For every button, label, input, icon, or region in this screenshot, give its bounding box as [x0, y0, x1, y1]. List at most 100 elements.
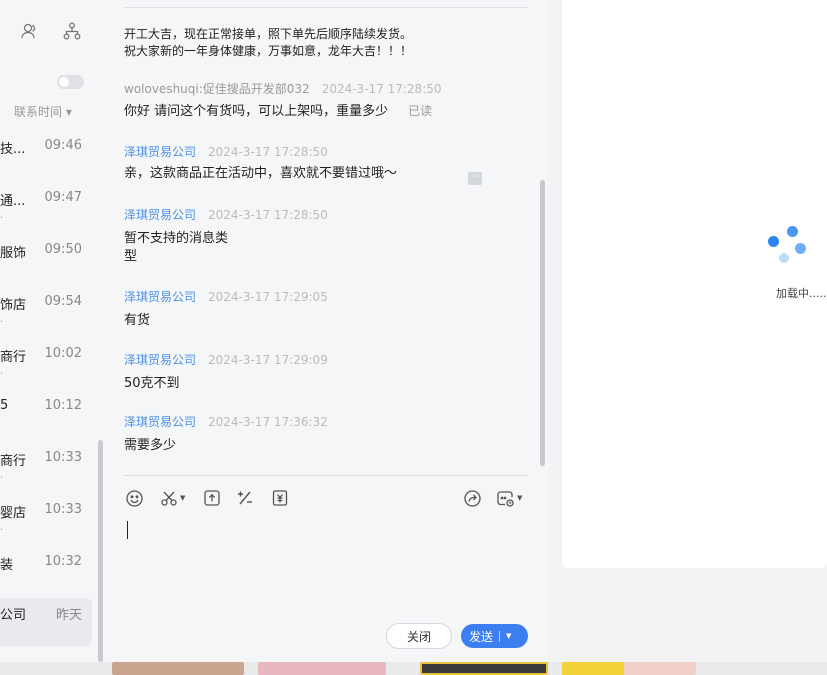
contact-item[interactable]: 技... 09:46 — [0, 134, 92, 184]
announcement-line: 开工大吉，现在正常接单，照下单先后顺序陆续发货。 — [124, 27, 413, 41]
message-shop: 泽琪贸易公司 2024-3-17 17:29:05 有货 — [124, 288, 524, 330]
contact-preview: . — [0, 522, 4, 533]
loading-card: 加载中...... — [562, 0, 827, 568]
contact-item-selected[interactable]: 公司 昨天 — [0, 598, 92, 646]
contact-item[interactable]: 服饰 09:50 — [0, 238, 92, 288]
chat-panel: 开工大吉，现在正常接单，照下单先后顺序陆续发货。 祝大家新的一年身体健康，万事如… — [104, 0, 548, 662]
message-text: 需要多少 — [124, 438, 177, 453]
product-thumbnail[interactable] — [420, 662, 548, 675]
contact-item[interactable]: 饰店 09:54 . — [0, 290, 92, 340]
shop-announcement: 开工大吉，现在正常接单，照下单先后顺序陆续发货。 祝大家新的一年身体健康，万事如… — [124, 26, 412, 60]
loading-spinner-dot — [768, 236, 779, 247]
contact-time: 10:12 — [44, 398, 82, 413]
contact-name: 5 — [0, 398, 9, 413]
contact-item[interactable]: 商行 10:02 . — [0, 342, 92, 392]
contact-name: 服饰 — [0, 246, 27, 261]
loading-spinner-dot — [779, 253, 789, 263]
message-sender[interactable]: 泽琪贸易公司 — [124, 208, 196, 222]
contact-time: 10:33 — [44, 502, 82, 517]
message-time: 2024-3-17 17:28:50 — [208, 208, 328, 222]
contact-time: 昨天 — [55, 608, 82, 623]
announcement-line: 祝大家新的一年身体健康，万事如意，龙年大吉！！！ — [124, 44, 413, 58]
message-time: 2024-3-17 17:29:09 — [208, 353, 328, 367]
contact-item[interactable]: 商行 10:33 . — [0, 446, 92, 496]
scissors-icon[interactable]: ▼ — [160, 488, 185, 508]
loading-text: 加载中...... — [776, 287, 827, 300]
product-thumbnail[interactable] — [258, 662, 386, 675]
product-thumbnail[interactable] — [562, 662, 696, 675]
chat-scrollbar[interactable] — [540, 180, 545, 466]
contact-preview: . — [0, 210, 4, 221]
share-icon[interactable] — [463, 488, 482, 508]
upload-icon[interactable] — [203, 488, 221, 508]
contact-name: 公司 — [0, 608, 27, 623]
chevron-down-icon[interactable]: ▼ — [506, 632, 511, 640]
contact-preview: . — [0, 314, 4, 325]
message-time: 2024-3-17 17:28:50 — [208, 145, 328, 159]
message-sender[interactable]: 泽琪贸易公司 — [124, 415, 196, 429]
message-sender[interactable]: 泽琪贸易公司 — [124, 290, 196, 304]
message-input-cursor[interactable] — [127, 521, 128, 539]
sort-by-contact-time[interactable]: 联系时间 ▾ — [14, 103, 72, 120]
divider — [124, 475, 528, 476]
contact-time: 09:46 — [44, 138, 82, 153]
contact-preview: . — [0, 366, 4, 377]
contact-name: 技... — [0, 142, 26, 157]
message-text: 你好 请问这个有货吗，可以上架吗，重量多少 — [124, 104, 389, 119]
contacts-icon[interactable] — [20, 22, 38, 40]
coupon-icon[interactable] — [271, 488, 289, 508]
divider — [124, 7, 528, 8]
send-button[interactable]: 发送 ▼ — [461, 624, 528, 648]
contact-time: 09:54 — [44, 294, 82, 309]
product-thumbnail[interactable] — [112, 662, 244, 675]
message-text: 有货 — [124, 313, 151, 328]
contact-item[interactable]: 婴店 10:33 . — [0, 498, 92, 548]
contact-time: 10:33 — [44, 450, 82, 465]
contact-name: 饰店 — [0, 298, 27, 313]
more-options-button[interactable]: ··· — [468, 172, 482, 185]
message-time: 2024-3-17 17:29:05 — [208, 290, 328, 304]
message-sender[interactable]: 泽琪贸易公司 — [124, 353, 196, 367]
message-time: 2024-3-17 17:28:50 — [321, 82, 442, 96]
contact-name: 通... — [0, 194, 26, 209]
org-structure-icon[interactable] — [63, 22, 81, 40]
message-text: 亲，这款商品正在活动中，喜欢就不要错过哦～ — [124, 166, 398, 181]
contact-time: 09:47 — [44, 190, 82, 205]
message-sender[interactable]: woloveshuqi:促佳搜品开发部032 — [124, 82, 310, 96]
message-text: 型 — [124, 249, 138, 264]
quick-reply-icon[interactable]: ▼ — [496, 488, 522, 508]
divider — [499, 630, 501, 642]
message-shop: 泽琪贸易公司 2024-3-17 17:36:32 需要多少 — [124, 413, 524, 455]
chevron-down-icon: ▼ — [180, 494, 186, 502]
message-sender[interactable]: 泽琪贸易公司 — [124, 145, 196, 159]
loading-spinner-dot — [795, 243, 806, 254]
contact-item[interactable]: 通... 09:47 . — [0, 186, 92, 236]
contact-time: 10:02 — [44, 346, 82, 361]
message-text: 50克不到 — [124, 376, 180, 391]
contact-name: 商行 — [0, 350, 27, 365]
filter-toggle[interactable] — [57, 75, 84, 89]
close-button[interactable]: 关闭 — [386, 623, 452, 649]
contact-item[interactable]: 5 10:12 — [0, 394, 92, 444]
loading-spinner-dot — [787, 226, 798, 237]
message-time: 2024-3-17 17:36:32 — [208, 415, 328, 429]
message-shop: 泽琪贸易公司 2024-3-17 17:28:50 亲，这款商品正在活动中，喜欢就… — [124, 143, 524, 183]
contact-item[interactable]: 装 10:32 — [0, 550, 92, 600]
emoji-icon[interactable] — [125, 488, 144, 508]
percent-icon[interactable] — [236, 488, 254, 508]
toggle-knob — [59, 77, 69, 87]
contact-name: 装 — [0, 558, 14, 573]
contact-time: 09:50 — [44, 242, 82, 257]
contact-list-scrollbar[interactable] — [98, 440, 103, 662]
promo-badge — [562, 662, 624, 675]
send-label: 发送 — [469, 629, 494, 644]
contact-name: 婴店 — [0, 506, 27, 521]
contact-preview: . — [0, 470, 4, 481]
contact-time: 10:32 — [44, 554, 82, 569]
contact-list-panel: 联系时间 ▾ 技... 09:46 通... 09:47 . 服饰 09:50 … — [0, 0, 104, 662]
message-shop: 泽琪贸易公司 2024-3-17 17:28:50 暂不支持的消息类 型 — [124, 206, 524, 266]
detail-panel: 加载中...... — [548, 0, 827, 662]
read-status: 已读 — [408, 104, 433, 118]
message-text: 暂不支持的消息类 — [124, 231, 229, 246]
contact-name: 商行 — [0, 454, 27, 469]
